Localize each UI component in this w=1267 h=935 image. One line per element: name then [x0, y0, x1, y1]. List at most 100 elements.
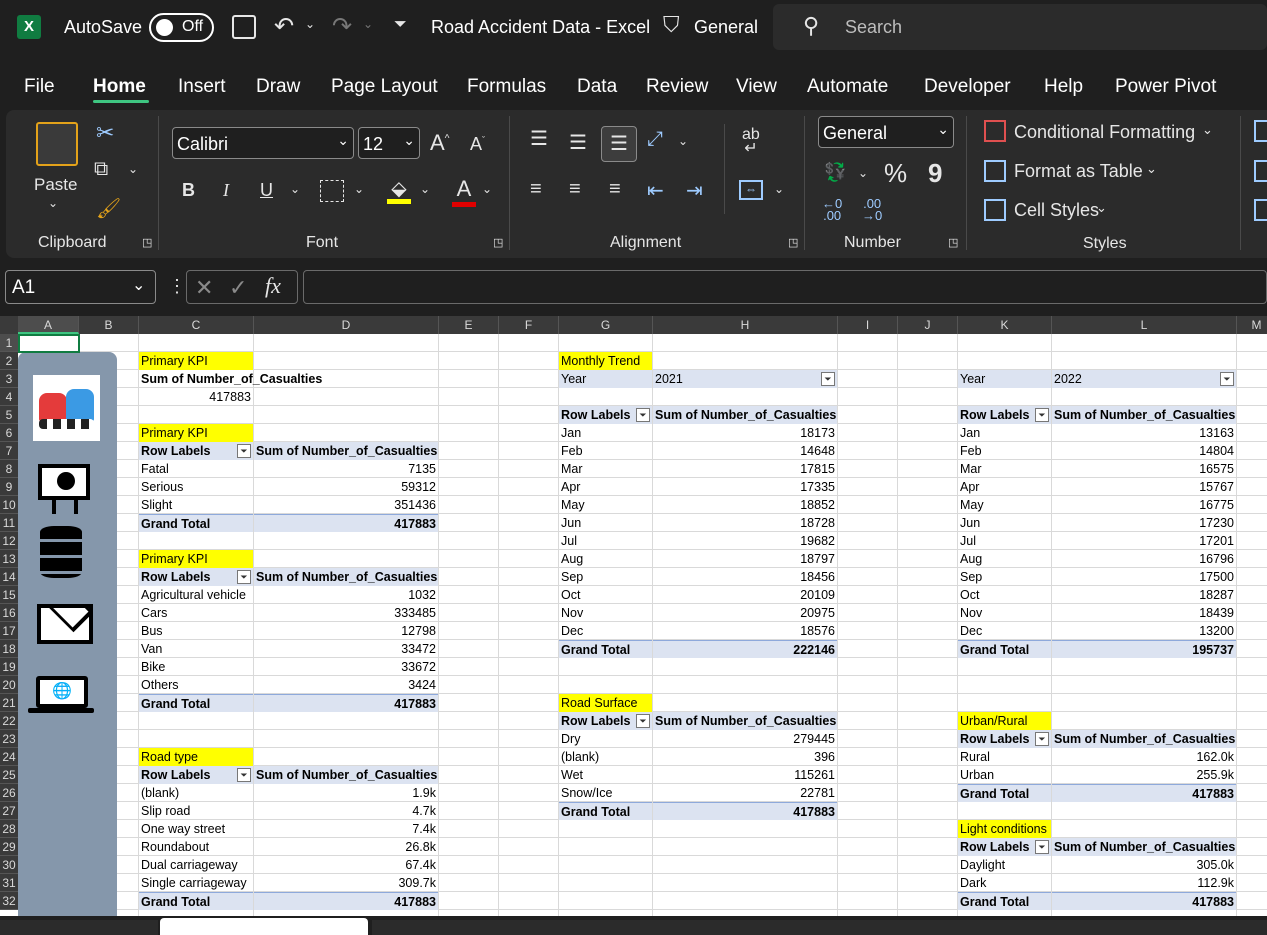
redo-icon[interactable]: ↷	[332, 12, 352, 41]
font-name-dropdown[interactable]: Calibri ⌄	[172, 127, 354, 159]
format-as-table-button[interactable]: Format as Table	[1014, 161, 1143, 182]
filter-icon[interactable]: ⏷	[821, 372, 835, 386]
row-header-14[interactable]: 14	[0, 568, 18, 586]
selected-cell-a1[interactable]	[18, 334, 80, 353]
underline-button[interactable]: U	[260, 180, 273, 201]
chevron-down-icon[interactable]: ⌄	[1146, 161, 1157, 177]
filter-dropdown-icon[interactable]: ⏷	[1035, 840, 1049, 854]
conditional-formatting-button[interactable]: Conditional Formatting	[1014, 122, 1195, 143]
clipboard-launcher-icon[interactable]: ◳	[142, 236, 152, 249]
pivot-row-value[interactable]: 162.0k	[1052, 748, 1236, 766]
borders-dropdown-icon[interactable]: ⌄	[354, 182, 364, 196]
autosave-toggle[interactable]: Off	[149, 13, 214, 42]
column-header-e[interactable]: E	[439, 316, 499, 334]
pivot-row-label[interactable]: Jun	[958, 514, 1051, 532]
pivot-row-label[interactable]: May	[559, 496, 652, 514]
pivot-row-value[interactable]: 15767	[1052, 478, 1236, 496]
pivot-row-label[interactable]: Aug	[559, 550, 652, 568]
tab-home[interactable]: Home	[93, 76, 146, 98]
pivot-row-value[interactable]: 13200	[1052, 622, 1236, 640]
paste-dropdown-icon[interactable]: ⌄	[48, 196, 58, 210]
pivot-row-label[interactable]: Feb	[958, 442, 1051, 460]
pivot-row-value[interactable]: 1.9k	[254, 784, 438, 802]
column-header-l[interactable]: L	[1052, 316, 1237, 334]
pivot-row-label[interactable]: Van	[139, 640, 253, 658]
pivot-row-value[interactable]: 67.4k	[254, 856, 438, 874]
pivot-row-label[interactable]: (blank)	[139, 784, 253, 802]
format-painter-icon[interactable]: 🖌	[96, 196, 121, 221]
pivot-row-value[interactable]: 18456	[653, 568, 837, 586]
pivot-row-label[interactable]: Serious	[139, 478, 253, 496]
insert-function-button[interactable]: fx	[265, 273, 281, 299]
row-header-2[interactable]: 2	[0, 352, 18, 370]
column-header-b[interactable]: B	[79, 316, 139, 334]
pivot-row-label[interactable]: Oct	[958, 586, 1051, 604]
tab-page-layout[interactable]: Page Layout	[331, 76, 438, 98]
pivot-row-value[interactable]: 22781	[653, 784, 837, 802]
pivot-row-label[interactable]: Jul	[559, 532, 652, 550]
column-header-h[interactable]: H	[653, 316, 838, 334]
accounting-dropdown-icon[interactable]: ⌄	[858, 166, 868, 180]
tab-draw[interactable]: Draw	[256, 76, 300, 98]
font-color-button[interactable]: A	[452, 176, 476, 207]
pivot-header-row-labels[interactable]: Row Labels	[139, 568, 253, 586]
search-box[interactable]: ⚲ Search	[773, 4, 1267, 50]
align-left-icon[interactable]: ≡	[530, 178, 542, 201]
row-header-7[interactable]: 7	[0, 442, 18, 460]
filter-icon[interactable]: ⏷	[1220, 372, 1234, 386]
chevron-down-icon[interactable]: ⌄	[1096, 200, 1107, 216]
worksheet-grid[interactable]: ABCDEFGHIJKLM 1 2 3 4 5 6 7 8 9 10 11 12 13 14 15 16 17 1…	[0, 316, 1267, 916]
pivot-row-label[interactable]: Aug	[958, 550, 1051, 568]
row-header-21[interactable]: 21	[0, 694, 18, 712]
font-launcher-icon[interactable]: ◳	[493, 236, 503, 249]
row-header-22[interactable]: 22	[0, 712, 18, 730]
pivot-grand-total-value[interactable]: 417883	[254, 694, 438, 712]
column-header-g[interactable]: G	[559, 316, 653, 334]
pivot-row-value[interactable]: 33672	[254, 658, 438, 676]
pivot-row-value[interactable]: 33472	[254, 640, 438, 658]
cancel-icon[interactable]: ✕	[195, 275, 213, 301]
pivot-row-label[interactable]: Snow/Ice	[559, 784, 652, 802]
row-header-1[interactable]: 1	[0, 334, 18, 352]
cell-styles-button[interactable]: Cell Styles	[1014, 200, 1099, 221]
column-header-d[interactable]: D	[254, 316, 439, 334]
italic-button[interactable]: I	[223, 180, 229, 201]
row-header-18[interactable]: 18	[0, 640, 18, 658]
year-filter-value[interactable]: 2021	[653, 370, 837, 388]
font-size-dropdown[interactable]: 12 ⌄	[358, 127, 420, 159]
undo-icon[interactable]: ↶	[274, 12, 294, 41]
pivot-row-value[interactable]: 18852	[653, 496, 837, 514]
paste-icon[interactable]	[36, 122, 78, 166]
pivot-row-label[interactable]: (blank)	[559, 748, 652, 766]
pivot-grand-total-value[interactable]: 417883	[1052, 892, 1236, 910]
row-header-30[interactable]: 30	[0, 856, 18, 874]
pivot-row-value[interactable]: 14804	[1052, 442, 1236, 460]
kpi-value[interactable]: 417883	[139, 388, 253, 406]
row-header-15[interactable]: 15	[0, 586, 18, 604]
filter-dropdown-icon[interactable]: ⏷	[1035, 732, 1049, 746]
pivot-row-value[interactable]: 17815	[653, 460, 837, 478]
pivot-row-label[interactable]: Dec	[559, 622, 652, 640]
pivot-row-label[interactable]: Apr	[958, 478, 1051, 496]
row-header-31[interactable]: 31	[0, 874, 18, 892]
pivot-row-value[interactable]: 7.4k	[254, 820, 438, 838]
row-header-19[interactable]: 19	[0, 658, 18, 676]
filter-dropdown-icon[interactable]: ⏷	[237, 444, 251, 458]
pivot-row-label[interactable]: Mar	[958, 460, 1051, 478]
comma-button[interactable]: 9	[928, 158, 942, 189]
align-center-icon[interactable]: ≡	[569, 178, 581, 201]
pivot-row-label[interactable]: Dec	[958, 622, 1051, 640]
tab-insert[interactable]: Insert	[178, 76, 226, 98]
pivot-row-value[interactable]: 26.8k	[254, 838, 438, 856]
pivot-row-label[interactable]: Nov	[559, 604, 652, 622]
pivot-row-label[interactable]: Bus	[139, 622, 253, 640]
tab-review[interactable]: Review	[646, 76, 708, 98]
pivot-row-value[interactable]: 20975	[653, 604, 837, 622]
align-right-icon[interactable]: ≡	[609, 178, 621, 201]
pivot-row-label[interactable]: Rural	[958, 748, 1051, 766]
pivot-row-label[interactable]: Urban	[958, 766, 1051, 784]
merge-center-icon[interactable]: ⇔	[739, 180, 763, 200]
row-header-24[interactable]: 24	[0, 748, 18, 766]
pivot-row-value[interactable]: 16775	[1052, 496, 1236, 514]
fill-dropdown-icon[interactable]: ⌄	[420, 182, 430, 196]
